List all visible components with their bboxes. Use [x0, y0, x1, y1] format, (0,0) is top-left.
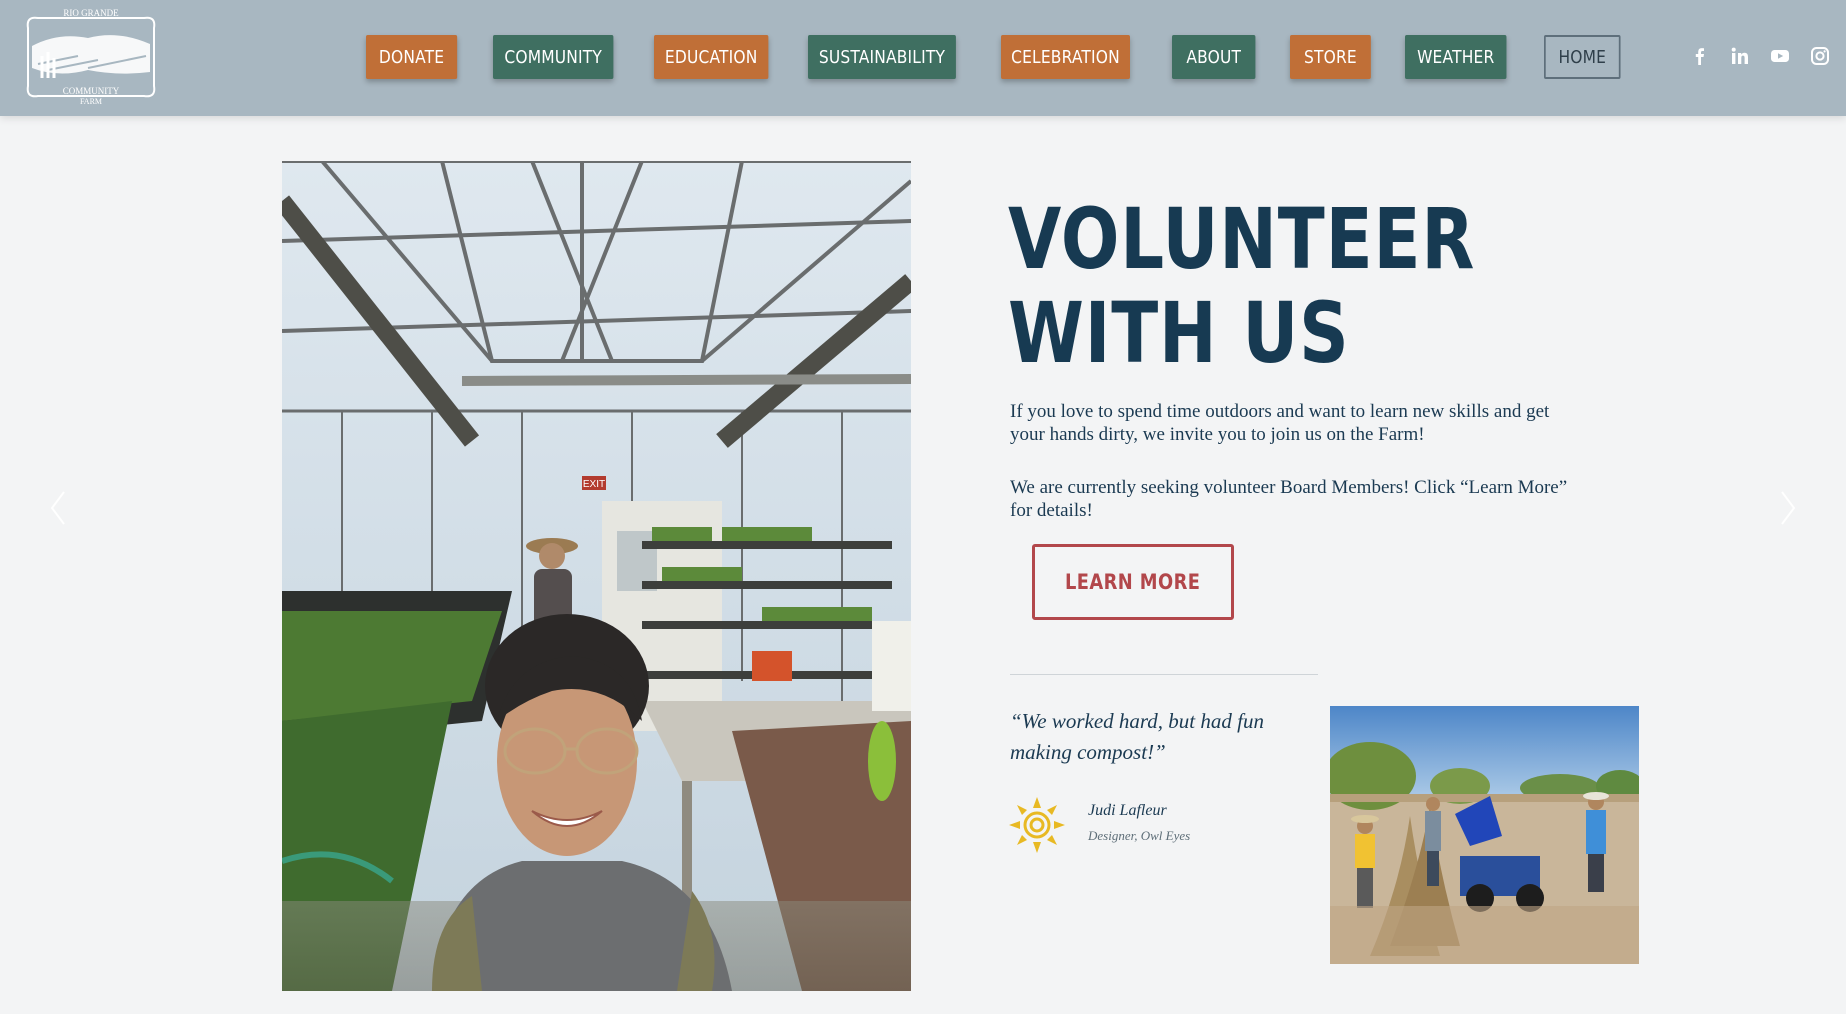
- learn-more-label: LEARN MORE: [1065, 570, 1201, 594]
- svg-text:EXIT: EXIT: [583, 479, 605, 490]
- youtube-icon[interactable]: [1768, 44, 1792, 68]
- rio-grande-community-farm-logo[interactable]: RIO GRANDE COMMUNITY FARM: [18, 6, 164, 108]
- intro-paragraph: If you love to spend time outdoors and w…: [1010, 401, 1550, 445]
- social-links: [1688, 44, 1832, 68]
- linkedin-icon[interactable]: [1728, 44, 1752, 68]
- logo-graphic: RIO GRANDE COMMUNITY FARM: [26, 8, 156, 106]
- greenhouse-volunteer-photo: EXIT: [282, 161, 911, 991]
- main-nav: DONATE COMMUNITY EDUCATION SUSTAINABILIT…: [366, 35, 1654, 79]
- testimonial-role: Designer, Owl Eyes: [1088, 828, 1191, 843]
- svg-text:RIO GRANDE: RIO GRANDE: [63, 8, 119, 18]
- instagram-icon[interactable]: [1808, 44, 1832, 68]
- nav-sustainability-button[interactable]: SUSTAINABILITY: [808, 35, 956, 79]
- carousel-prev-arrow-icon[interactable]: [46, 488, 70, 528]
- sun-icon: [1008, 796, 1066, 854]
- page-title: VOLUNTEER WITH US: [1008, 190, 1476, 382]
- facebook-icon[interactable]: [1688, 44, 1712, 68]
- nav-education-button[interactable]: EDUCATION: [654, 35, 769, 79]
- title-line-2: WITH US: [1008, 284, 1350, 382]
- testimonial-author: Judi Lafleur: [1088, 802, 1167, 819]
- title-line-1: VOLUNTEER: [1008, 190, 1476, 288]
- testimonial-quote: “We worked hard, but had fun making comp…: [1010, 709, 1264, 764]
- svg-text:COMMUNITY: COMMUNITY: [63, 86, 120, 96]
- nav-celebration-button[interactable]: CELEBRATION: [1001, 35, 1130, 79]
- svg-text:FARM: FARM: [80, 97, 102, 106]
- carousel-next-arrow-icon[interactable]: [1776, 488, 1800, 528]
- nav-store-button[interactable]: STORE: [1290, 35, 1371, 79]
- nav-donate-button[interactable]: DONATE: [366, 35, 458, 79]
- learn-more-button[interactable]: LEARN MORE: [1032, 544, 1234, 620]
- nav-community-button[interactable]: COMMUNITY: [493, 35, 614, 79]
- compost-volunteers-photo: [1330, 706, 1639, 964]
- nav-home-button[interactable]: HOME: [1544, 35, 1621, 79]
- site-header: RIO GRANDE COMMUNITY FARM DONATE COMMUNI…: [0, 0, 1846, 116]
- nav-about-button[interactable]: ABOUT: [1172, 35, 1256, 79]
- divider: [1010, 674, 1318, 675]
- nav-weather-button[interactable]: WEATHER: [1405, 35, 1507, 79]
- board-members-paragraph: We are currently seeking volunteer Board…: [1010, 477, 1568, 521]
